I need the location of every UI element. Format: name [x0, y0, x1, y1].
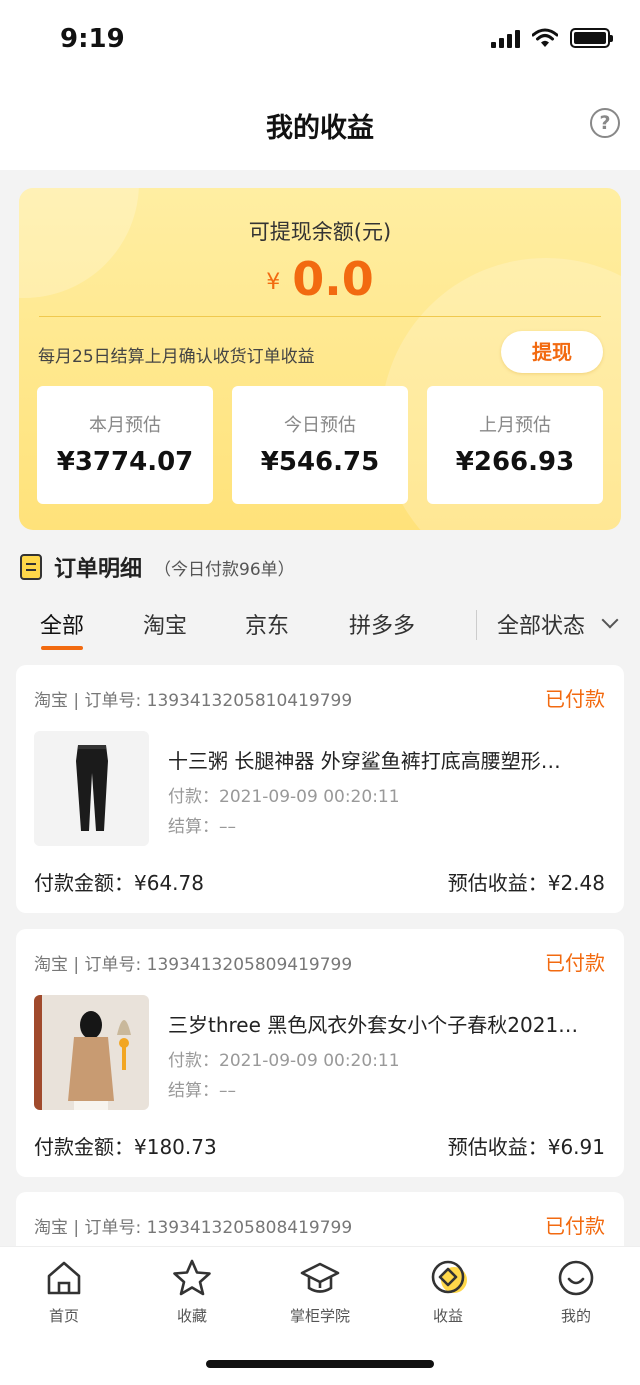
- pay-amount: 付款金额：¥180.73: [34, 1135, 217, 1159]
- settle-time: 结算：––: [168, 817, 236, 837]
- order-number: 淘宝 | 订单号: 1393413205810419799: [34, 691, 353, 711]
- order-number: 淘宝 | 订单号: 1393413205809419799: [34, 955, 353, 975]
- earnings-icon: [431, 1260, 467, 1294]
- order-section-header: 订单明细 （今日付款96单）: [20, 550, 295, 584]
- estimated-earnings: 预估收益：¥6.91: [447, 1135, 605, 1159]
- page-title: 我的收益: [266, 113, 374, 144]
- stat-today: 今日预估 ¥546.75: [232, 386, 408, 504]
- tabbar-item-mine[interactable]: 我的: [521, 1257, 631, 1326]
- home-indicator: [206, 1360, 434, 1368]
- product-name: 三岁three 黑色风衣外套女小个子春秋2021…: [168, 1013, 579, 1037]
- pay-amount: 付款金额：¥64.78: [34, 871, 204, 895]
- battery-icon: [570, 28, 613, 48]
- balance-value: 0.0: [292, 252, 374, 306]
- order-card[interactable]: 淘宝 | 订单号: 1393413205809419799 已付款 三岁thre…: [16, 929, 624, 1177]
- tabbar-item-earnings[interactable]: 收益: [393, 1257, 503, 1326]
- active-tab-indicator: [41, 646, 83, 650]
- chevron-down-icon[interactable]: [601, 611, 619, 629]
- product-name: 十三粥 长腿神器 外穿鲨鱼裤打底高腰塑形…: [168, 749, 561, 773]
- order-count: （今日付款96单）: [154, 559, 295, 580]
- tabbar-item-academy[interactable]: 掌柜学院: [265, 1257, 375, 1326]
- tabbar-label: 掌柜学院: [289, 1307, 350, 1325]
- divider: [476, 610, 477, 640]
- estimate-stats: 本月预估 ¥3774.07 今日预估 ¥546.75 上月预估 ¥266.93: [37, 386, 603, 504]
- star-icon: [173, 1259, 211, 1296]
- pay-time: 付款：2021-09-09 00:20:11: [168, 1051, 400, 1071]
- status-icons: [491, 28, 613, 48]
- screen: 9:19 我的收益 ? 可提现余额(元) ¥0.0 每月25日结算上月确认收货订…: [0, 0, 640, 1385]
- balance-amount: ¥0.0: [19, 252, 621, 306]
- order-status: 已付款: [545, 951, 605, 975]
- withdraw-button[interactable]: 提现: [501, 331, 603, 373]
- settle-time: 结算：––: [168, 1081, 236, 1101]
- tabbar-label: 收藏: [176, 1307, 207, 1325]
- stat-value: ¥546.75: [260, 447, 380, 477]
- tabbar-label: 我的: [560, 1307, 591, 1325]
- cellular-signal-icon: [491, 28, 520, 48]
- status-filter-dropdown[interactable]: 全部状态: [497, 608, 585, 640]
- leggings-image: [34, 731, 149, 846]
- tabbar-item-home[interactable]: 首页: [9, 1257, 119, 1326]
- stat-this-month: 本月预估 ¥3774.07: [37, 386, 213, 504]
- tabbar-label: 收益: [432, 1307, 463, 1325]
- document-icon: [20, 554, 42, 580]
- nav-bar: 我的收益 ?: [0, 80, 640, 170]
- order-number: 淘宝 | 订单号: 1393413205808419799: [34, 1218, 353, 1238]
- graduation-cap-icon: [300, 1262, 340, 1293]
- trench-coat-image: [34, 995, 149, 1110]
- platform-tabs: 全部 淘宝 京东 拼多多 全部状态: [0, 600, 640, 650]
- currency-symbol: ¥: [266, 270, 281, 295]
- product-image: [34, 995, 149, 1110]
- tab-all[interactable]: 全部: [40, 608, 84, 640]
- stat-value: ¥3774.07: [56, 447, 194, 477]
- order-card[interactable]: 淘宝 | 订单号: 1393413205810419799 已付款 十三粥 长腿…: [16, 665, 624, 913]
- wifi-icon: [532, 28, 558, 47]
- status-bar: 9:19: [0, 0, 640, 80]
- stat-label: 本月预估: [89, 415, 161, 436]
- stat-value: ¥266.93: [455, 447, 575, 477]
- order-status: 已付款: [545, 1214, 605, 1238]
- settle-note: 每月25日结算上月确认收货订单收益: [38, 347, 315, 367]
- tabbar-label: 首页: [48, 1307, 79, 1325]
- pay-time: 付款：2021-09-09 00:20:11: [168, 787, 400, 807]
- tab-pinduoduo[interactable]: 拼多多: [349, 608, 415, 640]
- tab-jd[interactable]: 京东: [245, 608, 289, 640]
- balance-label: 可提现余额(元): [248, 220, 392, 244]
- stat-label: 今日预估: [284, 415, 356, 436]
- order-status: 已付款: [545, 687, 605, 711]
- estimated-earnings: 预估收益：¥2.48: [447, 871, 605, 895]
- divider: [39, 316, 601, 317]
- home-icon: [47, 1261, 81, 1295]
- balance-card: 可提现余额(元) ¥0.0 每月25日结算上月确认收货订单收益 提现 本月预估 …: [19, 188, 621, 530]
- order-section-title: 订单明细: [54, 557, 143, 582]
- help-icon[interactable]: ?: [590, 108, 620, 138]
- stat-last-month: 上月预估 ¥266.93: [427, 386, 603, 504]
- status-time: 9:19: [60, 24, 125, 54]
- tabbar-item-favorites[interactable]: 收藏: [137, 1257, 247, 1326]
- smile-icon: [558, 1260, 594, 1296]
- tab-taobao[interactable]: 淘宝: [143, 608, 187, 640]
- stat-label: 上月预估: [479, 415, 551, 436]
- product-image: [34, 731, 149, 846]
